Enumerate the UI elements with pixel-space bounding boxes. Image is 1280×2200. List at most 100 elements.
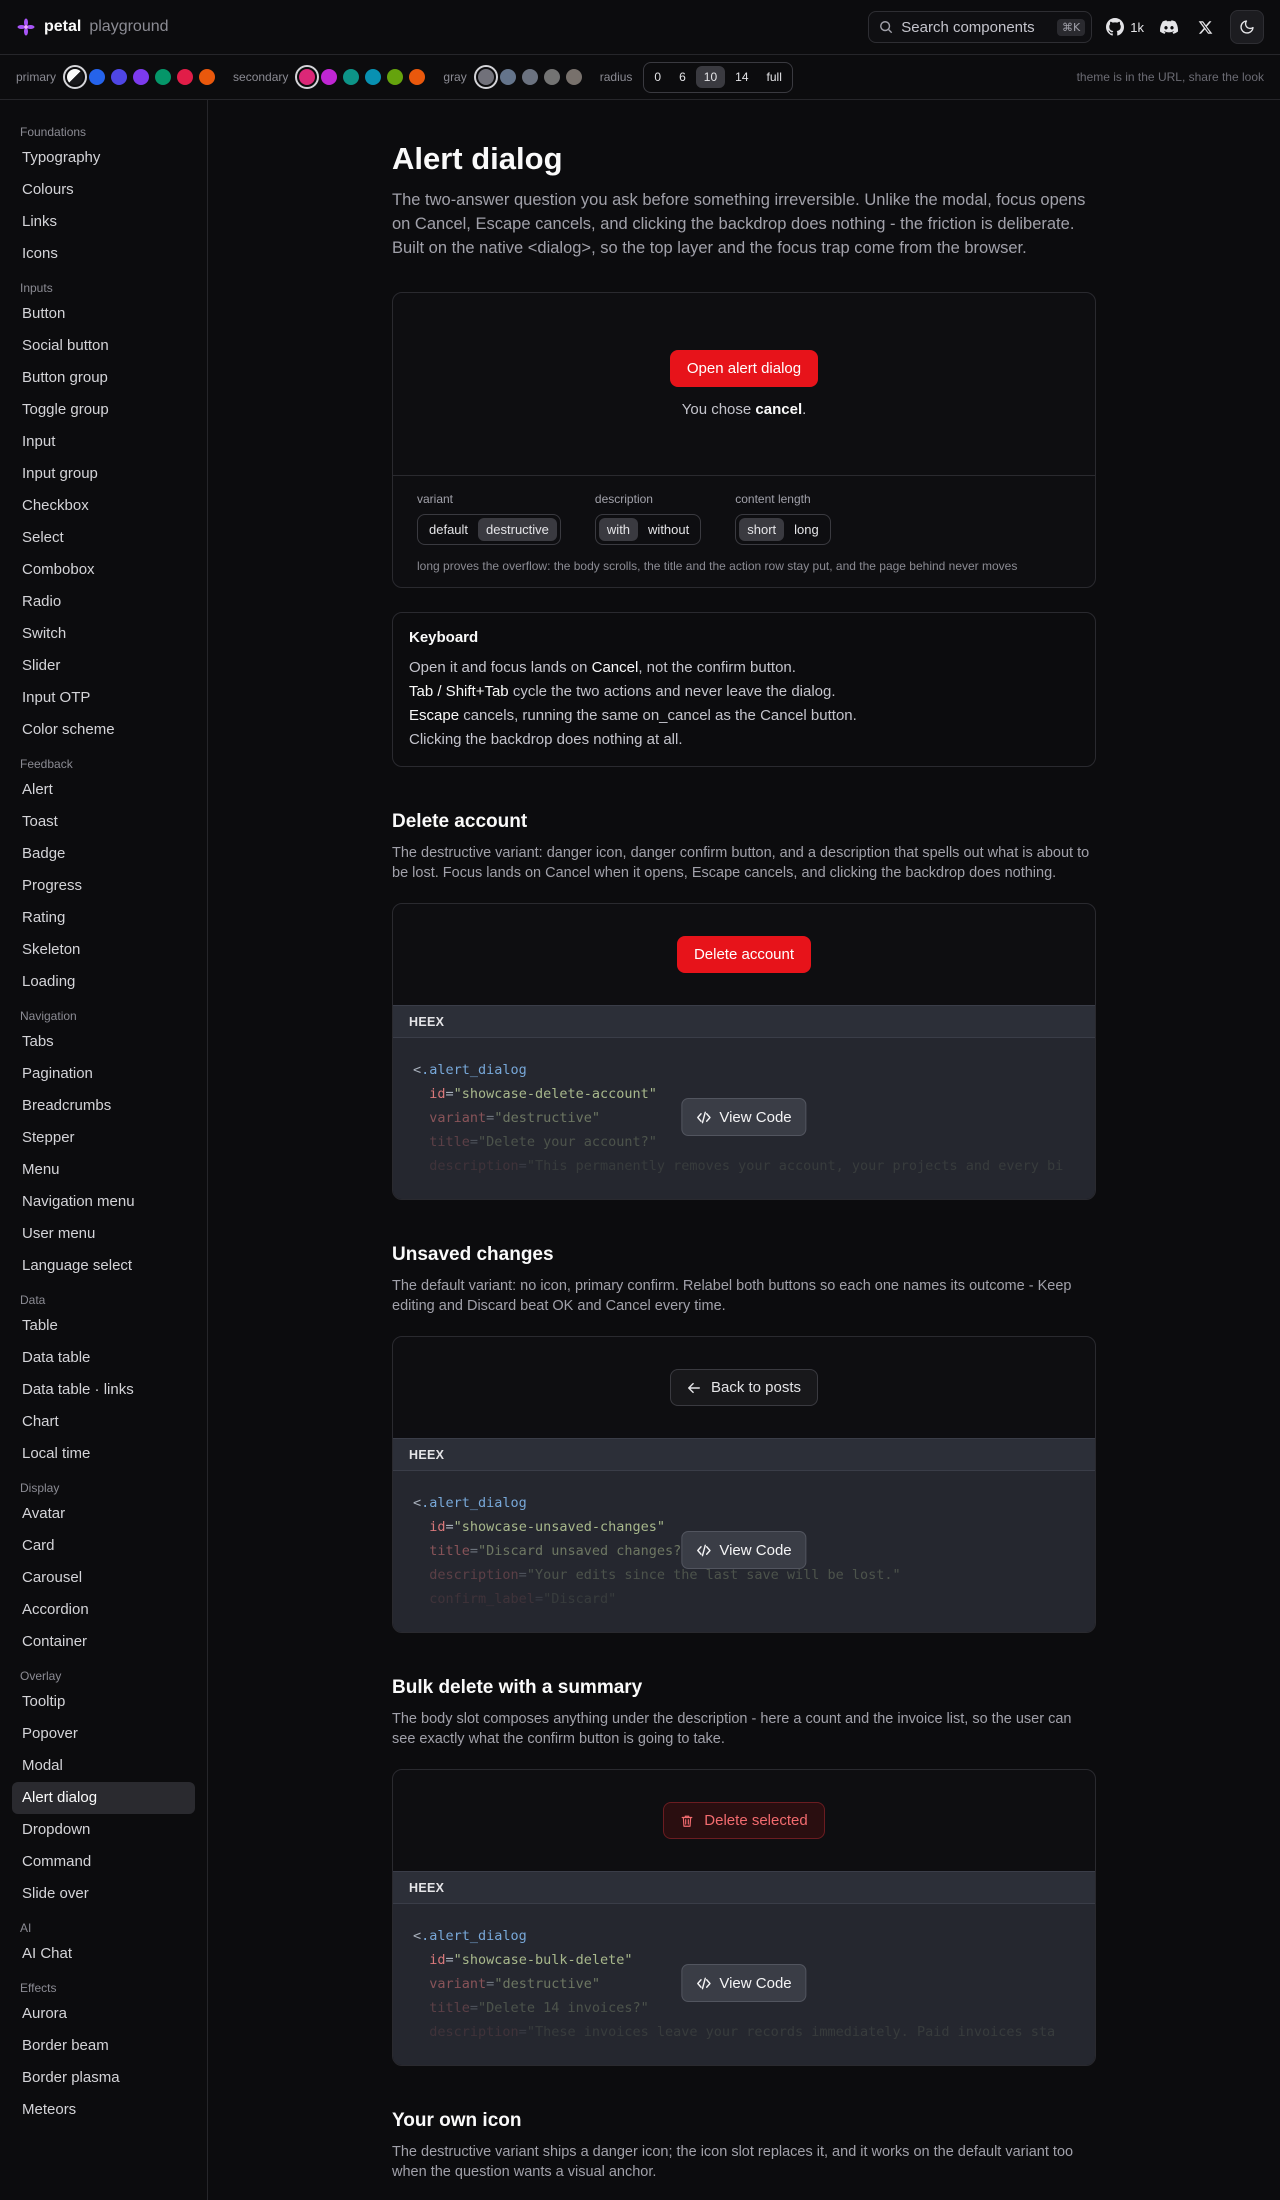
- brand-name[interactable]: petal: [44, 18, 81, 36]
- sidebar-item-ai-chat[interactable]: AI Chat: [12, 1938, 195, 1970]
- sidebar-item-dropdown[interactable]: Dropdown: [12, 1814, 195, 1846]
- sidebar-item-switch[interactable]: Switch: [12, 618, 195, 650]
- sidebar-item-modal[interactable]: Modal: [12, 1750, 195, 1782]
- x-twitter-icon[interactable]: [1194, 16, 1216, 38]
- sidebar-item-data-table[interactable]: Data table: [12, 1342, 195, 1374]
- sidebar-item-container[interactable]: Container: [12, 1626, 195, 1658]
- sidebar-item-button[interactable]: Button: [12, 298, 195, 330]
- delete-account-button[interactable]: Delete account: [676, 936, 812, 973]
- sidebar-item-select[interactable]: Select: [12, 522, 195, 554]
- delete-selected-button[interactable]: Delete selected: [663, 1802, 825, 1839]
- sidebar-item-input-group[interactable]: Input group: [12, 458, 195, 490]
- secondary-swatch[interactable]: [343, 69, 360, 85]
- sidebar-item-stepper[interactable]: Stepper: [12, 1122, 195, 1154]
- sidebar-item-checkbox[interactable]: Checkbox: [12, 490, 195, 522]
- sidebar-item-avatar[interactable]: Avatar: [12, 1498, 195, 1530]
- option-without[interactable]: without: [640, 518, 697, 541]
- sidebar-item-color-scheme[interactable]: Color scheme: [12, 714, 195, 746]
- option-short[interactable]: short: [739, 518, 785, 541]
- secondary-swatch[interactable]: [321, 69, 338, 85]
- sidebar-item-typography[interactable]: Typography: [12, 142, 195, 174]
- code-attr: description: [429, 2024, 519, 2040]
- sidebar-item-tooltip[interactable]: Tooltip: [12, 1686, 195, 1718]
- sidebar-item-meteors[interactable]: Meteors: [12, 2094, 195, 2126]
- sidebar-item-navigation-menu[interactable]: Navigation menu: [12, 1186, 195, 1218]
- gray-swatch[interactable]: [543, 69, 560, 85]
- sidebar-item-colours[interactable]: Colours: [12, 174, 195, 206]
- view-code-button[interactable]: View Code: [681, 1964, 807, 2002]
- sidebar-item-radio[interactable]: Radio: [12, 586, 195, 618]
- sidebar-item-toggle-group[interactable]: Toggle group: [12, 394, 195, 426]
- sidebar-item-slider[interactable]: Slider: [12, 650, 195, 682]
- primary-swatch[interactable]: [177, 69, 194, 85]
- secondary-swatch[interactable]: [365, 69, 382, 85]
- sidebar-item-rating[interactable]: Rating: [12, 902, 195, 934]
- code-tag: .alert_dialog: [421, 1062, 527, 1078]
- back-to-posts-button[interactable]: Back to posts: [669, 1369, 819, 1406]
- radius-option-14[interactable]: 14: [727, 66, 756, 88]
- sidebar-item-alert[interactable]: Alert: [12, 774, 195, 806]
- search-input[interactable]: Search components ⌘K: [868, 11, 1093, 43]
- sidebar-item-toast[interactable]: Toast: [12, 806, 195, 838]
- primary-swatch[interactable]: [63, 65, 88, 89]
- sidebar-item-table[interactable]: Table: [12, 1310, 195, 1342]
- sidebar-item-command[interactable]: Command: [12, 1846, 195, 1878]
- option-destructive[interactable]: destructive: [478, 518, 557, 541]
- open-alert-dialog-button[interactable]: Open alert dialog: [669, 350, 819, 387]
- sidebar-item-skeleton[interactable]: Skeleton: [12, 934, 195, 966]
- view-code-button[interactable]: View Code: [681, 1531, 807, 1569]
- sidebar-item-badge[interactable]: Badge: [12, 838, 195, 870]
- option-with[interactable]: with: [598, 518, 639, 541]
- sidebar-item-input[interactable]: Input: [12, 426, 195, 458]
- sidebar-item-alert-dialog[interactable]: Alert dialog: [12, 1782, 195, 1814]
- sidebar-item-icons[interactable]: Icons: [12, 238, 195, 270]
- secondary-swatch[interactable]: [409, 69, 426, 85]
- sidebar-item-chart[interactable]: Chart: [12, 1406, 195, 1438]
- sidebar-item-social-button[interactable]: Social button: [12, 330, 195, 362]
- sidebar-item-aurora[interactable]: Aurora: [12, 1998, 195, 2030]
- radius-option-full[interactable]: full: [759, 66, 790, 88]
- option-default[interactable]: default: [421, 518, 476, 541]
- primary-swatch[interactable]: [155, 69, 172, 85]
- sidebar-item-slide-over[interactable]: Slide over: [12, 1878, 195, 1910]
- radius-option-6[interactable]: 6: [671, 66, 694, 88]
- sidebar-item-accordion[interactable]: Accordion: [12, 1594, 195, 1626]
- gray-swatch[interactable]: [521, 69, 538, 85]
- sidebar-item-menu[interactable]: Menu: [12, 1154, 195, 1186]
- theme-toggle-button[interactable]: [1230, 10, 1264, 44]
- sidebar-item-user-menu[interactable]: User menu: [12, 1218, 195, 1250]
- github-link[interactable]: 1k: [1106, 18, 1144, 36]
- sidebar-item-language-select[interactable]: Language select: [12, 1250, 195, 1282]
- sidebar-item-popover[interactable]: Popover: [12, 1718, 195, 1750]
- primary-swatch[interactable]: [199, 69, 216, 85]
- sidebar-item-links[interactable]: Links: [12, 206, 195, 238]
- petal-logo-icon[interactable]: [16, 17, 36, 37]
- secondary-swatch[interactable]: [387, 69, 404, 85]
- sidebar-item-carousel[interactable]: Carousel: [12, 1562, 195, 1594]
- sidebar-item-loading[interactable]: Loading: [12, 966, 195, 998]
- sidebar-item-button-group[interactable]: Button group: [12, 362, 195, 394]
- sidebar-item-pagination[interactable]: Pagination: [12, 1058, 195, 1090]
- sidebar-item-border-plasma[interactable]: Border plasma: [12, 2062, 195, 2094]
- option-long[interactable]: long: [786, 518, 827, 541]
- sidebar-item-progress[interactable]: Progress: [12, 870, 195, 902]
- sidebar-item-data-table-links[interactable]: Data table · links: [12, 1374, 195, 1406]
- sidebar-item-combobox[interactable]: Combobox: [12, 554, 195, 586]
- primary-swatch[interactable]: [133, 69, 150, 85]
- gray-swatch[interactable]: [499, 69, 516, 85]
- secondary-swatch[interactable]: [295, 65, 320, 89]
- primary-swatch[interactable]: [111, 69, 128, 85]
- radius-option-10[interactable]: 10: [695, 66, 726, 88]
- sidebar-item-border-beam[interactable]: Border beam: [12, 2030, 195, 2062]
- sidebar-item-local-time[interactable]: Local time: [12, 1438, 195, 1470]
- view-code-button[interactable]: View Code: [681, 1098, 807, 1136]
- gray-swatch[interactable]: [473, 65, 498, 89]
- sidebar-item-tabs[interactable]: Tabs: [12, 1026, 195, 1058]
- sidebar-item-card[interactable]: Card: [12, 1530, 195, 1562]
- radius-option-0[interactable]: 0: [646, 66, 669, 88]
- primary-swatch[interactable]: [89, 69, 106, 85]
- sidebar-item-breadcrumbs[interactable]: Breadcrumbs: [12, 1090, 195, 1122]
- discord-icon[interactable]: [1158, 16, 1180, 38]
- sidebar-item-input-otp[interactable]: Input OTP: [12, 682, 195, 714]
- gray-swatch[interactable]: [565, 69, 582, 85]
